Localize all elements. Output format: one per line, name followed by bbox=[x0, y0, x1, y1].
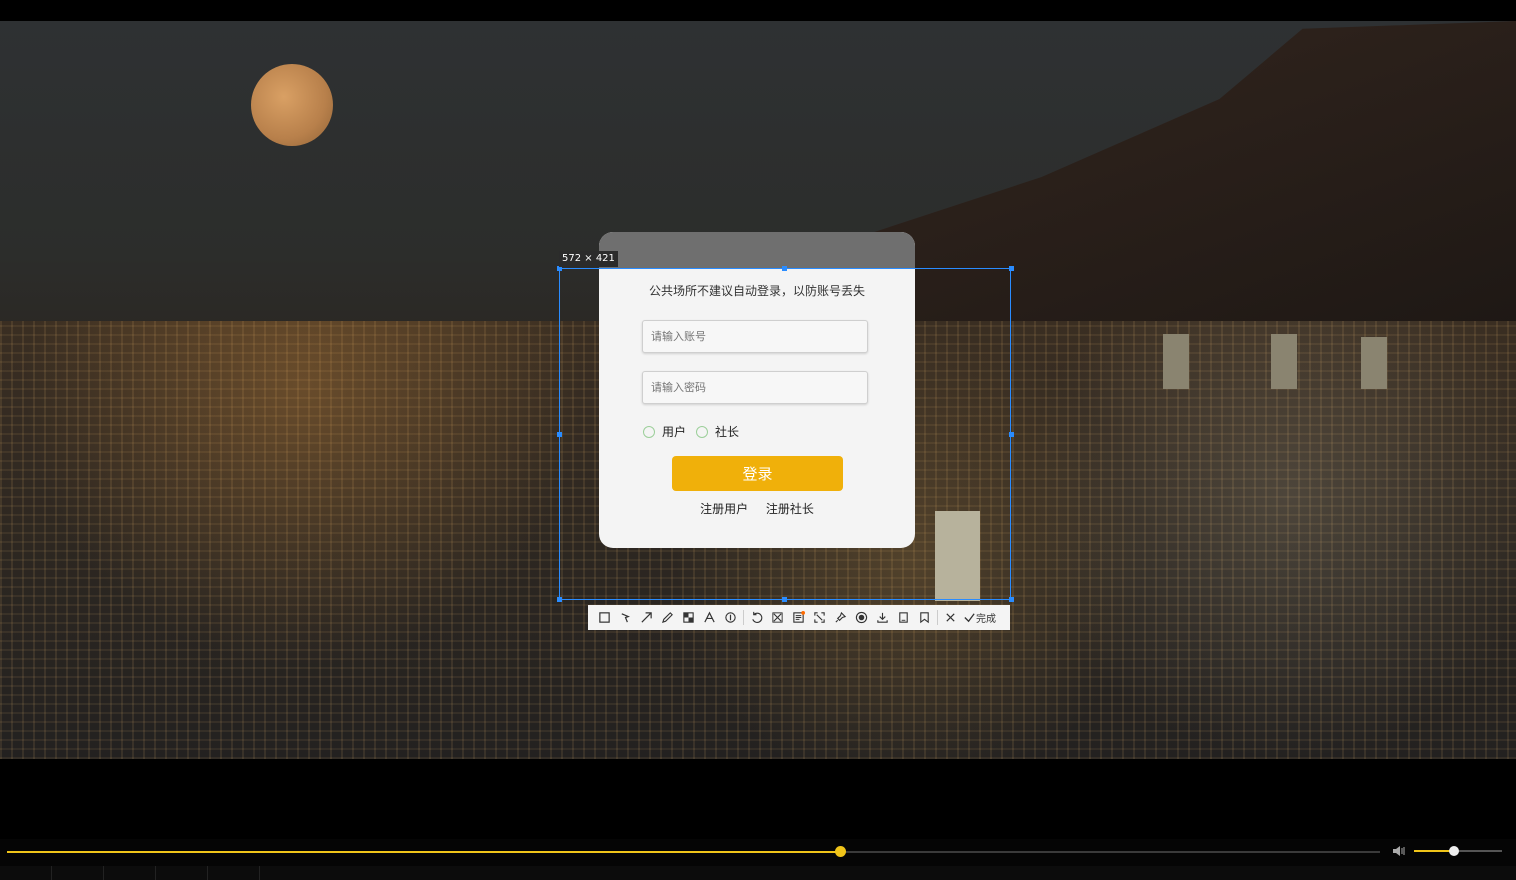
resize-handle[interactable] bbox=[1009, 266, 1014, 271]
strip-cell bbox=[52, 866, 104, 880]
resize-handle[interactable] bbox=[782, 266, 787, 271]
number-icon[interactable] bbox=[720, 605, 741, 630]
selection-size-label: 572 × 421 bbox=[559, 251, 618, 267]
crop-icon[interactable] bbox=[767, 605, 788, 630]
volume-icon[interactable] bbox=[1392, 844, 1408, 858]
bottom-strip bbox=[0, 866, 1516, 880]
done-button[interactable]: 完成 bbox=[963, 610, 996, 625]
toolbar-divider bbox=[937, 610, 938, 625]
progress-fill bbox=[7, 851, 841, 853]
role-user-radio[interactable] bbox=[643, 425, 655, 438]
lasso-icon[interactable] bbox=[615, 605, 636, 630]
resize-handle[interactable] bbox=[782, 597, 787, 602]
mosaic-icon[interactable] bbox=[678, 605, 699, 630]
download-icon[interactable] bbox=[872, 605, 893, 630]
top-bar bbox=[0, 0, 1516, 21]
capture-toolbar: 完成 bbox=[588, 605, 1010, 630]
role-user-label[interactable]: 用户 bbox=[662, 423, 686, 440]
resize-handle[interactable] bbox=[557, 432, 562, 437]
building bbox=[1361, 337, 1387, 389]
strip-cell bbox=[0, 866, 52, 880]
strip-cell bbox=[104, 866, 156, 880]
volume-knob[interactable] bbox=[1448, 846, 1459, 856]
rectangle-icon[interactable] bbox=[594, 605, 615, 630]
building bbox=[935, 511, 980, 601]
role-selector: 用户 社长 bbox=[643, 423, 749, 440]
resize-handle[interactable] bbox=[557, 597, 562, 602]
resize-handle[interactable] bbox=[1009, 597, 1014, 602]
dialog-header bbox=[599, 232, 915, 268]
role-admin-radio[interactable] bbox=[696, 425, 709, 438]
register-links: 注册用户 注册社长 bbox=[599, 500, 915, 517]
login-button[interactable]: 登录 bbox=[672, 456, 843, 491]
register-user-link[interactable]: 注册用户 bbox=[700, 502, 748, 516]
building bbox=[1163, 334, 1189, 389]
done-label: 完成 bbox=[976, 614, 996, 625]
account-input[interactable] bbox=[642, 320, 868, 353]
moon bbox=[251, 64, 333, 146]
volume-fill bbox=[1414, 850, 1454, 852]
bookmark-icon[interactable] bbox=[914, 605, 935, 630]
resize-handle[interactable] bbox=[1009, 432, 1014, 437]
undo-icon[interactable] bbox=[746, 605, 767, 630]
pen-icon[interactable] bbox=[657, 605, 678, 630]
text-icon[interactable] bbox=[699, 605, 720, 630]
save-icon[interactable] bbox=[893, 605, 914, 630]
login-dialog: 公共场所不建议自动登录，以防账号丢失 用户 社长 登录 注册用户 注册社长 bbox=[599, 232, 915, 548]
check-icon bbox=[964, 613, 975, 623]
strip-cell bbox=[156, 866, 208, 880]
record-icon[interactable] bbox=[851, 605, 872, 630]
login-notice: 公共场所不建议自动登录，以防账号丢失 bbox=[648, 284, 865, 298]
pin-icon[interactable] bbox=[830, 605, 851, 630]
building bbox=[1271, 334, 1297, 389]
role-admin-label[interactable]: 社长 bbox=[715, 423, 739, 440]
password-input[interactable] bbox=[642, 371, 868, 404]
ocr-icon[interactable] bbox=[788, 605, 809, 630]
toolbar-divider bbox=[743, 610, 744, 625]
arrow-icon[interactable] bbox=[636, 605, 657, 630]
strip-cell bbox=[208, 866, 260, 880]
scan-icon[interactable] bbox=[809, 605, 830, 630]
close-icon[interactable] bbox=[940, 605, 961, 630]
register-admin-link[interactable]: 注册社长 bbox=[766, 502, 814, 516]
